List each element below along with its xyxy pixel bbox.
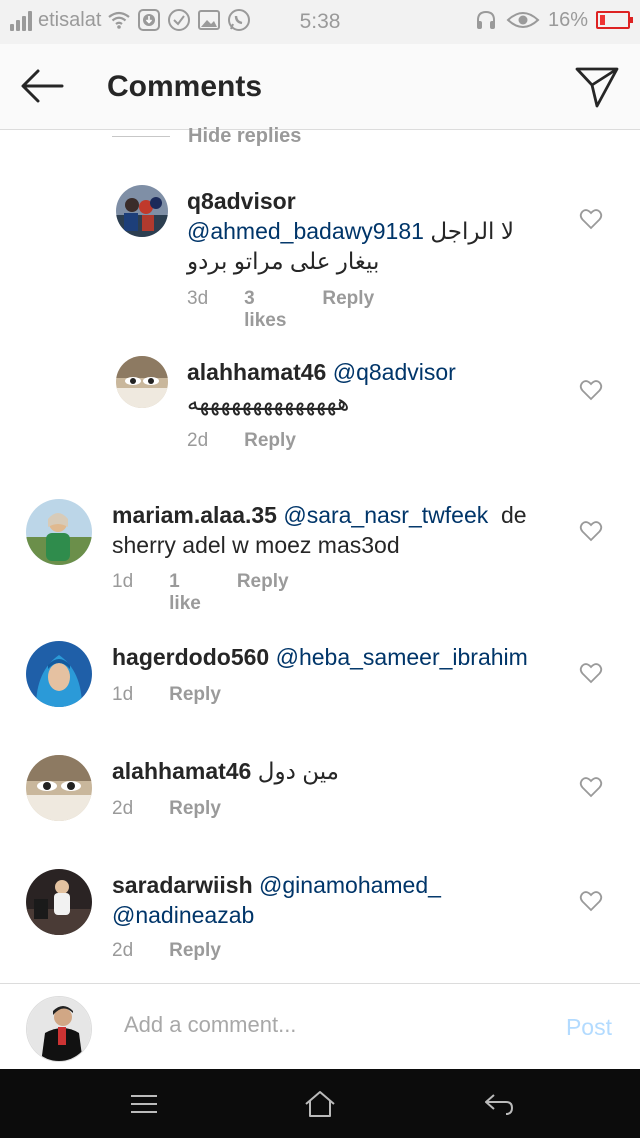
comment-time: 1d: [112, 571, 134, 592]
headset-icon: [474, 8, 498, 32]
post-button[interactable]: Post: [566, 1014, 612, 1041]
heart-icon: [579, 380, 603, 401]
heart-icon: [579, 777, 603, 798]
comment-mention[interactable]: @nadineazab: [112, 902, 254, 928]
avatar[interactable]: [116, 356, 168, 408]
share-button[interactable]: [574, 64, 620, 110]
battery-percent: 16%: [547, 8, 588, 31]
avatar[interactable]: [26, 869, 92, 935]
reply-button[interactable]: Reply: [169, 798, 221, 820]
comment-mention[interactable]: @heba_sameer_ibrahim: [276, 644, 528, 670]
hide-replies-label: Hide replies: [188, 125, 302, 147]
comment-mention[interactable]: @ahmed_badawy9181: [187, 218, 424, 244]
heart-icon: [579, 663, 603, 684]
comment-time: 2d: [112, 940, 134, 961]
comment-username[interactable]: saradarwiish: [112, 872, 253, 898]
send-icon: [575, 67, 619, 108]
comment-text: لا الراجل: [430, 218, 514, 244]
comment-text-line2: بيغار على مراتو بردو: [187, 248, 380, 274]
comment-likes[interactable]: 3 likes: [244, 288, 286, 332]
heart-icon: [579, 891, 603, 912]
reply-button[interactable]: Reply: [244, 430, 296, 452]
back-arrow-icon: [21, 69, 64, 103]
comment-text: ههههههههههههههه: [187, 389, 350, 415]
back-button[interactable]: [18, 66, 66, 106]
comment-time: 2d: [112, 798, 134, 819]
comment-time: 2d: [187, 430, 209, 451]
comment-text: de: [501, 502, 527, 528]
like-button[interactable]: [579, 662, 603, 684]
menu-icon: [131, 1095, 157, 1113]
avatar[interactable]: [26, 499, 92, 565]
user-avatar: [26, 996, 92, 1062]
like-button[interactable]: [579, 208, 603, 230]
reply-button[interactable]: Reply: [169, 940, 221, 962]
avatar[interactable]: [26, 755, 92, 821]
menu-button[interactable]: [128, 1089, 162, 1119]
avatar[interactable]: [116, 185, 168, 237]
like-button[interactable]: [579, 776, 603, 798]
like-button[interactable]: [579, 890, 603, 912]
comment-time: 3d: [187, 288, 209, 309]
comment-mention[interactable]: @q8advisor: [333, 359, 456, 385]
status-bar: etisalat 5:38 16%: [0, 0, 640, 44]
back-icon: [485, 1094, 513, 1115]
home-icon: [305, 1091, 335, 1117]
battery-icon: [596, 11, 633, 29]
comment-username[interactable]: alahhamat46: [187, 359, 326, 385]
comment-text: مين دول: [257, 758, 339, 784]
avatar[interactable]: [26, 641, 92, 707]
home-button[interactable]: [303, 1089, 337, 1119]
heart-icon: [579, 209, 603, 230]
add-comment-bar: Add a comment... Post: [0, 983, 640, 1069]
comment-time: 1d: [112, 684, 134, 705]
hide-replies-toggle[interactable]: Hide replies: [112, 125, 301, 148]
comment-mention[interactable]: @ginamohamed_: [259, 872, 441, 898]
header: Comments: [0, 44, 640, 130]
comment-username[interactable]: hagerdodo560: [112, 644, 269, 670]
page-title: Comments: [107, 70, 263, 103]
comment-username[interactable]: q8advisor: [187, 188, 296, 214]
comment-text-line2: sherry adel w moez mas3od: [112, 532, 400, 558]
like-button[interactable]: [579, 379, 603, 401]
divider: [112, 136, 170, 137]
comment-likes[interactable]: 1 like: [169, 571, 201, 615]
comment-input[interactable]: Add a comment...: [124, 1012, 296, 1038]
reply-button[interactable]: Reply: [322, 288, 374, 332]
heart-icon: [579, 521, 603, 542]
comment-username[interactable]: mariam.alaa.35: [112, 502, 277, 528]
comment-username[interactable]: alahhamat46: [112, 758, 251, 784]
reply-button[interactable]: Reply: [169, 684, 221, 706]
back-nav-button[interactable]: [482, 1089, 516, 1119]
comment-mention[interactable]: @sara_nasr_twfeek: [283, 502, 488, 528]
system-nav-bar: [0, 1069, 640, 1138]
reply-button[interactable]: Reply: [237, 571, 289, 615]
eye-icon: [506, 8, 540, 32]
like-button[interactable]: [579, 520, 603, 542]
